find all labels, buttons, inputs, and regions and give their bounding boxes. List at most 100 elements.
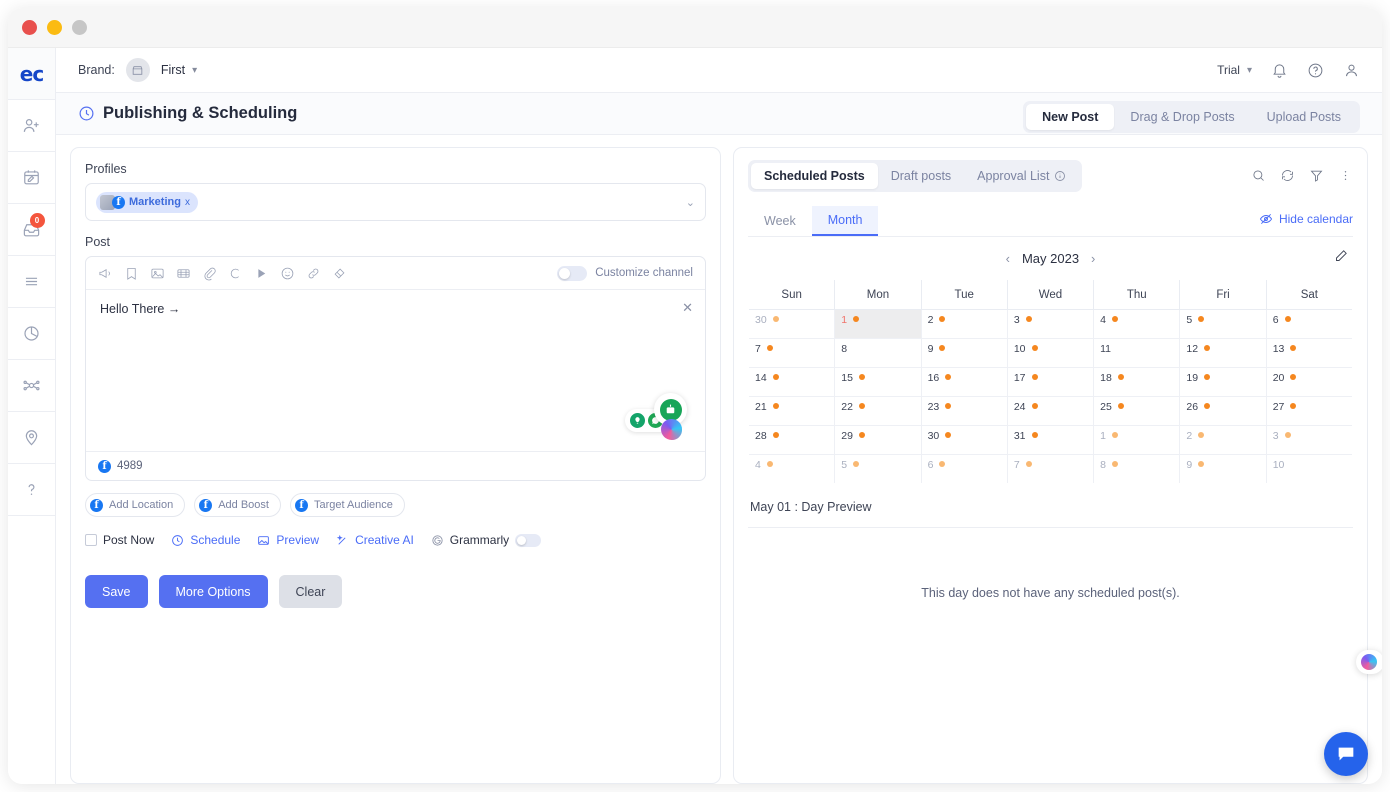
calendar-day-cell[interactable]: 1 bbox=[1094, 426, 1180, 455]
curve-icon[interactable] bbox=[228, 266, 243, 281]
close-icon[interactable]: ✕ bbox=[682, 300, 693, 316]
tab-week[interactable]: Week bbox=[748, 207, 812, 235]
tab-drag-drop-posts[interactable]: Drag & Drop Posts bbox=[1114, 104, 1250, 130]
tab-new-post[interactable]: New Post bbox=[1026, 104, 1114, 130]
add-location-button[interactable]: f Add Location bbox=[85, 493, 185, 517]
hide-calendar-button[interactable]: Hide calendar bbox=[1259, 212, 1353, 230]
sidebar-item-inbox[interactable]: 0 bbox=[8, 204, 55, 256]
calendar-day-cell[interactable]: 8 bbox=[835, 339, 921, 368]
calendar-day-cell[interactable]: 22 bbox=[835, 397, 921, 426]
customize-channel-toggle[interactable] bbox=[557, 266, 587, 281]
help-circle-icon[interactable] bbox=[1307, 62, 1324, 79]
clear-button[interactable]: Clear bbox=[279, 575, 343, 608]
sidebar-item-location[interactable] bbox=[8, 412, 55, 464]
sidebar-item-menu[interactable] bbox=[8, 256, 55, 308]
calendar-day-cell[interactable]: 28 bbox=[749, 426, 835, 455]
calendar-day-cell[interactable]: 30 bbox=[921, 426, 1007, 455]
calendar-day-cell[interactable]: 26 bbox=[1180, 397, 1266, 426]
sidebar-item-analytics[interactable] bbox=[8, 308, 55, 360]
window-minimize-button[interactable] bbox=[47, 20, 62, 35]
calendar-day-cell[interactable]: 14 bbox=[749, 368, 835, 397]
calendar-day-cell[interactable]: 6 bbox=[921, 455, 1007, 484]
calendar-edit-button[interactable] bbox=[1334, 248, 1349, 268]
image-icon[interactable] bbox=[150, 266, 165, 281]
refresh-icon[interactable] bbox=[1280, 168, 1295, 183]
sidebar-item-network[interactable] bbox=[8, 360, 55, 412]
calendar-day-cell[interactable]: 25 bbox=[1094, 397, 1180, 426]
chat-button[interactable] bbox=[1324, 732, 1368, 776]
bookmark-icon[interactable] bbox=[124, 266, 139, 281]
grammarly-toggle[interactable] bbox=[515, 534, 541, 547]
calendar-day-cell[interactable]: 3 bbox=[1266, 426, 1352, 455]
calendar-day-cell[interactable]: 12 bbox=[1180, 339, 1266, 368]
link-icon[interactable] bbox=[306, 266, 321, 281]
plan-selector[interactable]: Trial ▾ bbox=[1217, 63, 1252, 77]
calendar-day-cell[interactable]: 16 bbox=[921, 368, 1007, 397]
search-icon[interactable] bbox=[1251, 168, 1266, 183]
tab-month[interactable]: Month bbox=[812, 206, 879, 236]
calendar-day-cell[interactable]: 7 bbox=[1007, 455, 1093, 484]
calendar-day-cell[interactable]: 15 bbox=[835, 368, 921, 397]
calendar-day-cell[interactable]: 2 bbox=[1180, 426, 1266, 455]
window-close-button[interactable] bbox=[22, 20, 37, 35]
calendar-day-cell[interactable]: 27 bbox=[1266, 397, 1352, 426]
calendar-day-cell[interactable]: 20 bbox=[1266, 368, 1352, 397]
profiles-select[interactable]: f Marketing x ⌄ bbox=[85, 183, 706, 221]
calendar-day-cell[interactable]: 21 bbox=[749, 397, 835, 426]
calendar-prev-button[interactable]: ‹ bbox=[994, 251, 1022, 266]
sidebar-item-add-user[interactable] bbox=[8, 100, 55, 152]
calendar-day-cell[interactable]: 6 bbox=[1266, 310, 1352, 339]
user-icon[interactable] bbox=[1343, 62, 1360, 79]
assistant-blob-icon[interactable] bbox=[661, 419, 682, 440]
tab-upload-posts[interactable]: Upload Posts bbox=[1251, 104, 1357, 130]
calendar-day-cell[interactable]: 11 bbox=[1094, 339, 1180, 368]
tab-scheduled-posts[interactable]: Scheduled Posts bbox=[751, 163, 878, 189]
calendar-day-cell[interactable]: 17 bbox=[1007, 368, 1093, 397]
calendar-day-cell[interactable]: 3 bbox=[1007, 310, 1093, 339]
calendar-day-cell[interactable]: 9 bbox=[921, 339, 1007, 368]
calendar-day-cell[interactable]: 4 bbox=[749, 455, 835, 484]
calendar-day-cell[interactable]: 5 bbox=[835, 455, 921, 484]
assistant-blob-button[interactable] bbox=[1356, 650, 1382, 674]
target-audience-button[interactable]: f Target Audience bbox=[290, 493, 405, 517]
calendar-day-cell[interactable]: 29 bbox=[835, 426, 921, 455]
calendar-day-cell[interactable]: 4 bbox=[1094, 310, 1180, 339]
add-boost-button[interactable]: f Add Boost bbox=[194, 493, 281, 517]
creative-ai-option[interactable]: Creative AI bbox=[336, 533, 414, 547]
schedule-option[interactable]: Schedule bbox=[171, 533, 240, 547]
calendar-day-cell[interactable]: 10 bbox=[1007, 339, 1093, 368]
calendar-day-cell[interactable]: 2 bbox=[921, 310, 1007, 339]
grammarly-option[interactable]: Grammarly bbox=[431, 533, 541, 547]
tab-approval-list[interactable]: Approval List bbox=[964, 163, 1079, 189]
calendar-day-cell[interactable]: 8 bbox=[1094, 455, 1180, 484]
calendar-day-cell[interactable]: 13 bbox=[1266, 339, 1352, 368]
video-icon[interactable] bbox=[176, 266, 191, 281]
brand-name[interactable]: First bbox=[161, 63, 185, 77]
sidebar-item-calendar[interactable] bbox=[8, 152, 55, 204]
paperclip-icon[interactable] bbox=[202, 266, 217, 281]
send-icon[interactable] bbox=[254, 266, 269, 281]
preview-option[interactable]: Preview bbox=[257, 533, 319, 547]
app-logo[interactable]: ec bbox=[8, 48, 55, 100]
calendar-day-cell[interactable]: 10 bbox=[1266, 455, 1352, 484]
profile-chip-remove-icon[interactable]: x bbox=[185, 197, 190, 208]
sidebar-item-help[interactable] bbox=[8, 464, 55, 516]
more-options-button[interactable]: More Options bbox=[159, 575, 268, 608]
megaphone-icon[interactable] bbox=[98, 266, 113, 281]
calendar-day-cell[interactable]: 5 bbox=[1180, 310, 1266, 339]
filter-icon[interactable] bbox=[1309, 168, 1324, 183]
calendar-day-cell[interactable]: 30 bbox=[749, 310, 835, 339]
editor-body[interactable]: ✕ Hello There → bbox=[86, 290, 705, 451]
profiles-chevron-down-icon[interactable]: ⌄ bbox=[686, 196, 695, 209]
tag-icon[interactable] bbox=[332, 266, 347, 281]
calendar-day-cell[interactable]: 18 bbox=[1094, 368, 1180, 397]
window-maximize-button[interactable] bbox=[72, 20, 87, 35]
tab-draft-posts[interactable]: Draft posts bbox=[878, 163, 964, 189]
calendar-day-cell[interactable]: 19 bbox=[1180, 368, 1266, 397]
post-now-checkbox[interactable] bbox=[85, 534, 97, 546]
calendar-day-cell[interactable]: 24 bbox=[1007, 397, 1093, 426]
more-vertical-icon[interactable] bbox=[1338, 168, 1353, 183]
post-now-option[interactable]: Post Now bbox=[85, 533, 154, 547]
calendar-day-cell[interactable]: 31 bbox=[1007, 426, 1093, 455]
bell-icon[interactable] bbox=[1271, 62, 1288, 79]
